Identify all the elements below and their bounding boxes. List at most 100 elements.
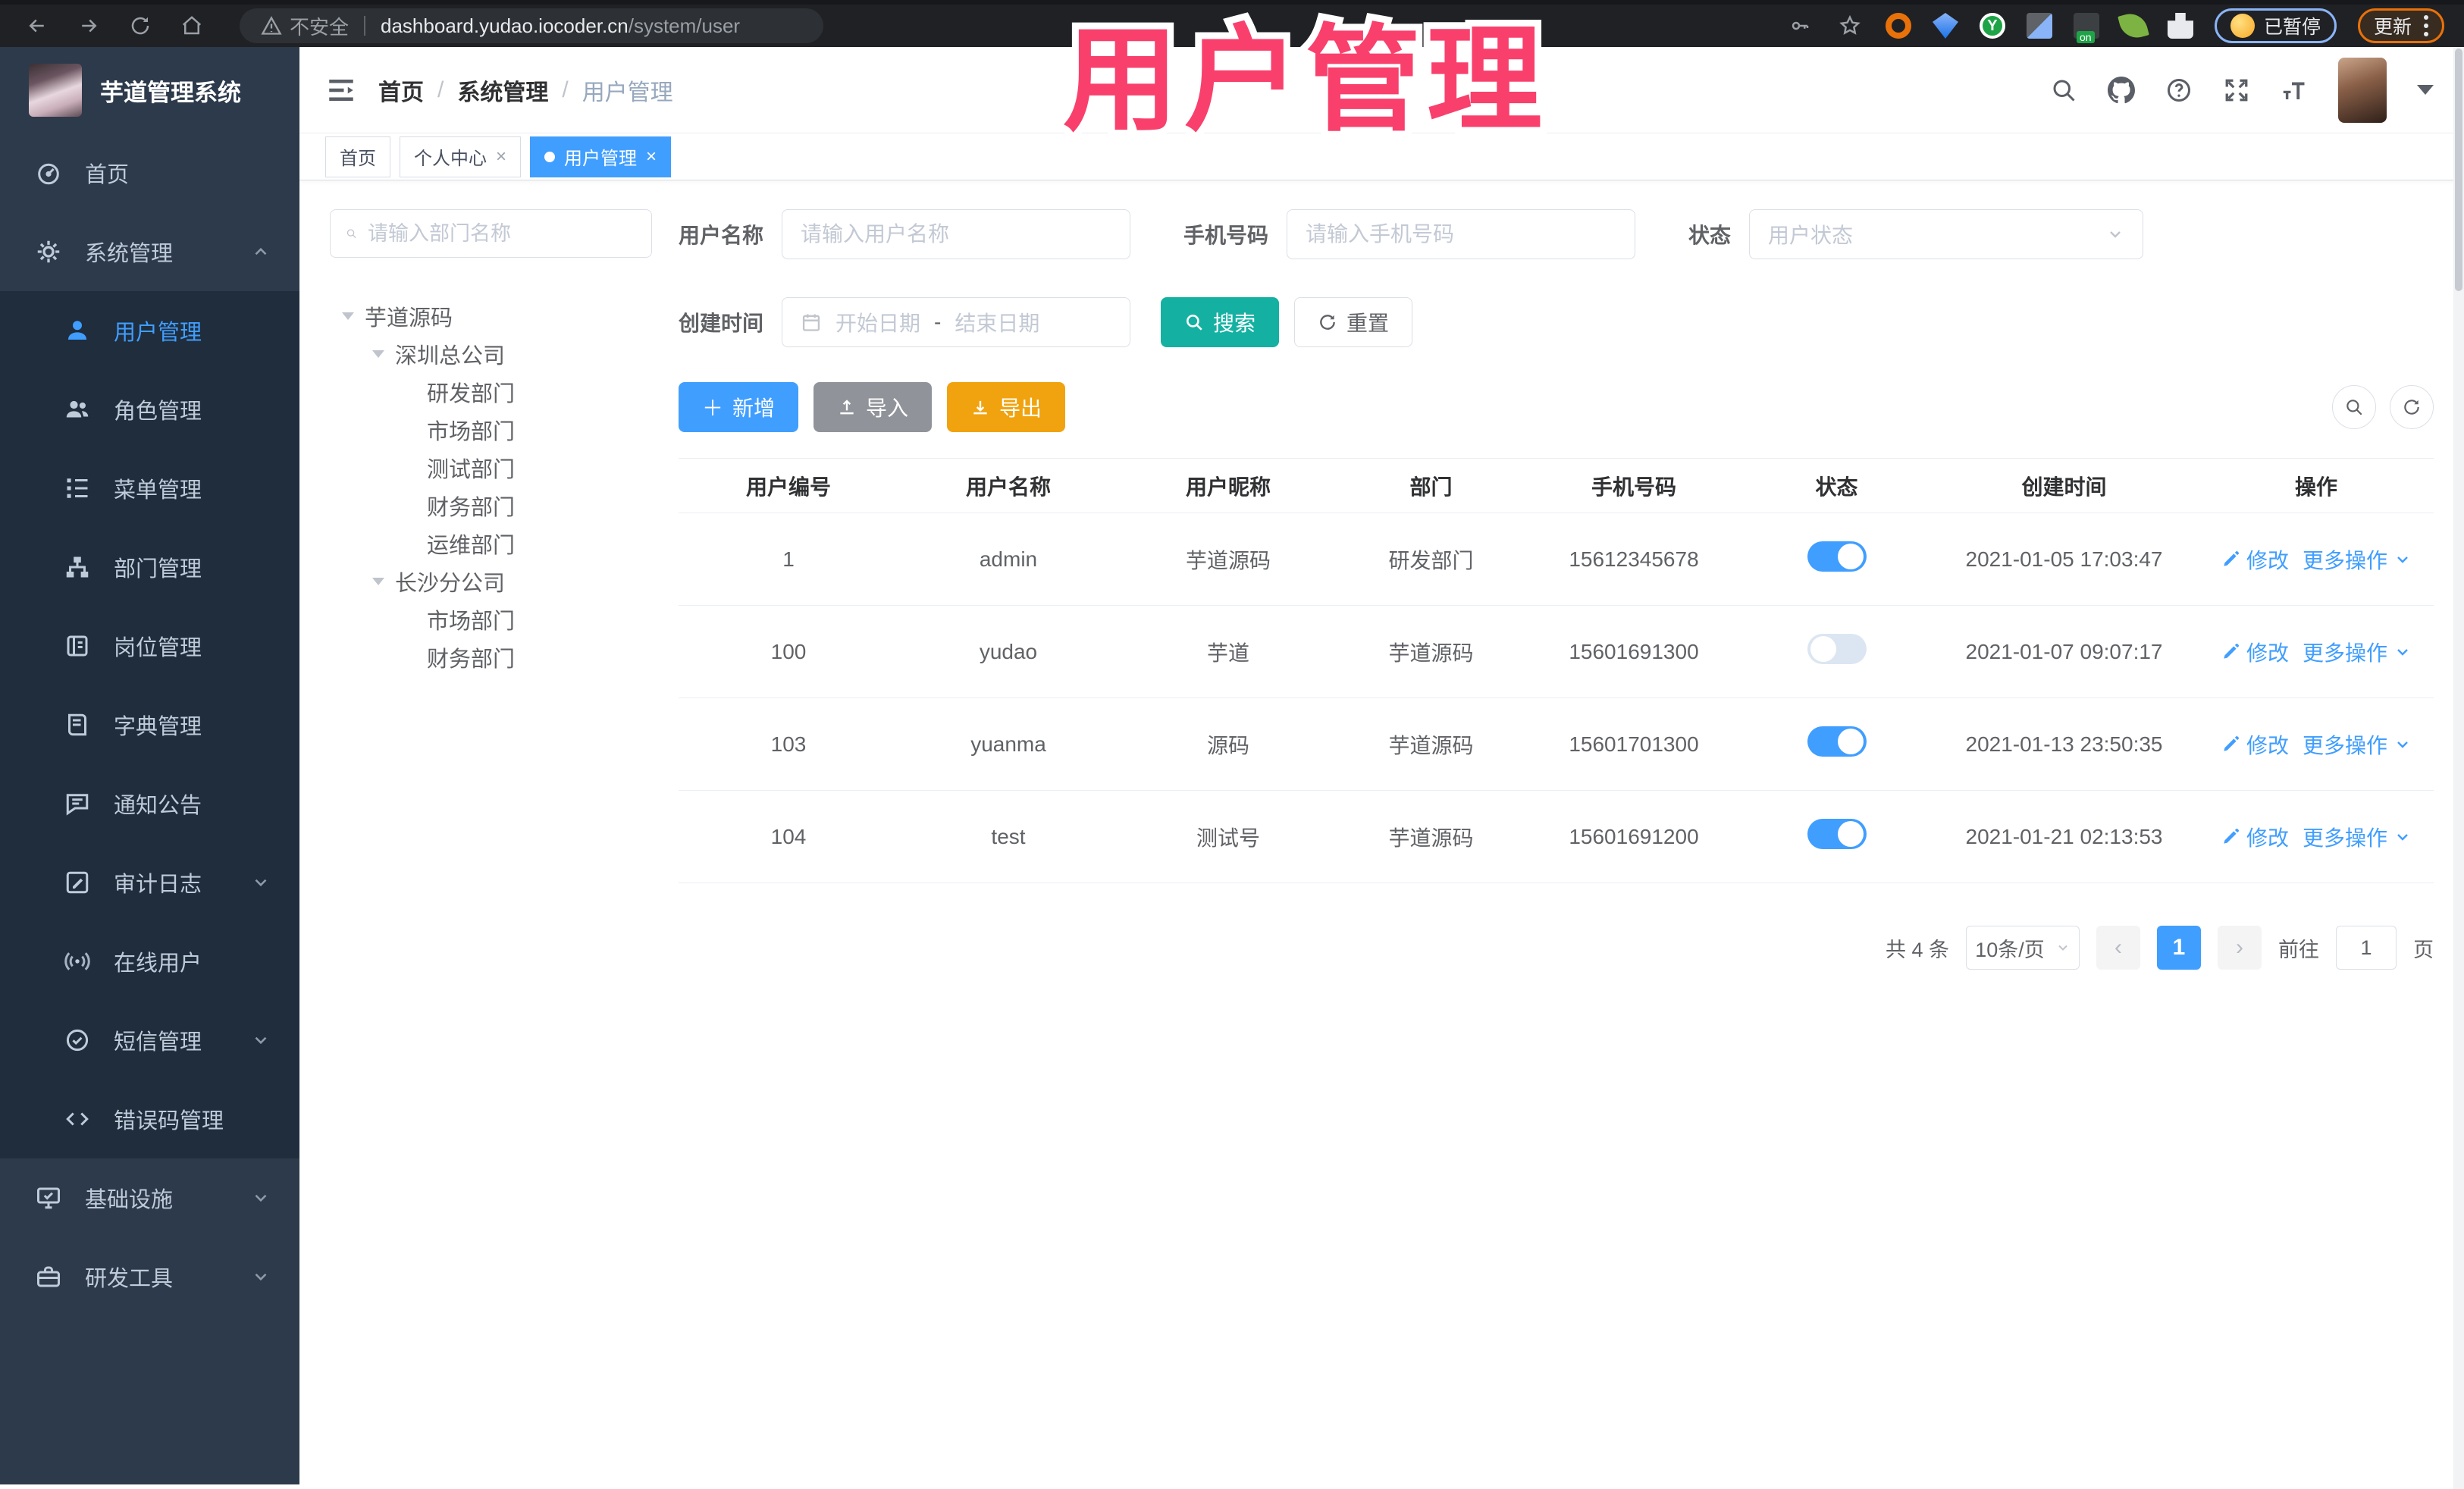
status-toggle[interactable]: [1807, 634, 1867, 664]
sidebar-item-sms-mgmt[interactable]: 短信管理: [0, 1001, 299, 1080]
browser-back-icon[interactable]: [23, 11, 52, 40]
browser-menu-icon[interactable]: [2424, 15, 2428, 36]
status-filter-select[interactable]: 用户状态: [1749, 209, 2144, 259]
browser-reload-icon[interactable]: [126, 11, 155, 40]
user-avatar[interactable]: [2338, 57, 2387, 123]
tree-node[interactable]: 市场部门: [330, 600, 652, 638]
profile-chip[interactable]: 已暂停: [2214, 8, 2337, 43]
status-toggle[interactable]: [1807, 819, 1867, 849]
sidebar-item-online-users[interactable]: 在线用户: [0, 922, 299, 1001]
dept-search-input[interactable]: [368, 221, 636, 246]
status-toggle[interactable]: [1807, 541, 1867, 572]
phone-filter-input[interactable]: [1306, 222, 1617, 246]
sidebar-item-notice[interactable]: 通知公告: [0, 764, 299, 843]
page-size-select[interactable]: 10条/页: [1966, 926, 2080, 970]
tree-node[interactable]: 运维部门: [330, 525, 652, 563]
key-icon[interactable]: [1785, 11, 1814, 40]
edit-link[interactable]: 修改: [2221, 544, 2289, 575]
tree-caret-icon[interactable]: [372, 350, 384, 358]
extensions-puzzle-icon[interactable]: [2167, 13, 2193, 39]
page-scrollbar[interactable]: [2453, 47, 2464, 1489]
sidebar-item-role-mgmt[interactable]: 角色管理: [0, 370, 299, 449]
tab-profile[interactable]: 个人中心 ×: [400, 136, 522, 177]
tree-node[interactable]: 市场部门: [330, 411, 652, 449]
tab-close-icon[interactable]: ×: [496, 146, 506, 168]
prev-page-button[interactable]: ‹: [2096, 926, 2140, 970]
reset-button[interactable]: 重置: [1294, 297, 1413, 347]
sidebar-collapse-icon[interactable]: [325, 74, 357, 106]
extension-ubiquity-icon[interactable]: [1885, 13, 1911, 39]
sidebar-item-user-mgmt[interactable]: 用户管理: [0, 291, 299, 370]
tree-node[interactable]: 长沙分公司: [330, 563, 652, 600]
extension-y-icon[interactable]: Y: [1979, 13, 2005, 39]
status-toggle[interactable]: [1807, 726, 1867, 757]
tree-node[interactable]: 芋道源码: [330, 297, 652, 335]
goto-page-input[interactable]: [2336, 926, 2397, 970]
tab-user-mgmt[interactable]: 用户管理 ×: [530, 136, 672, 177]
import-button[interactable]: 导入: [813, 382, 933, 432]
tab-home[interactable]: 首页: [325, 136, 390, 177]
browser-update-button[interactable]: 更新: [2357, 8, 2444, 43]
search-icon[interactable]: [2050, 77, 2077, 104]
tree-node[interactable]: 测试部门: [330, 449, 652, 487]
extension-onlist-icon[interactable]: [2073, 13, 2099, 43]
sidebar-item-dept-mgmt[interactable]: 部门管理: [0, 528, 299, 607]
sidebar-item-post-mgmt[interactable]: 岗位管理: [0, 607, 299, 685]
sidebar-item-audit-log[interactable]: 审计日志: [0, 843, 299, 922]
username-filter-input[interactable]: [801, 222, 1112, 246]
date-range-picker[interactable]: 开始日期 - 结束日期: [782, 297, 1131, 347]
browser-home-icon[interactable]: [177, 11, 206, 40]
security-warning-icon[interactable]: 不安全: [261, 12, 349, 40]
breadcrumb-home[interactable]: 首页: [378, 74, 424, 107]
scrollbar-thumb[interactable]: [2455, 49, 2462, 291]
search-button[interactable]: 搜索: [1161, 297, 1280, 347]
sidebar-item-dict-mgmt[interactable]: 字典管理: [0, 685, 299, 764]
edit-link[interactable]: 修改: [2221, 822, 2289, 852]
fullscreen-icon[interactable]: [2223, 77, 2250, 104]
more-actions-link[interactable]: 更多操作: [2303, 822, 2412, 852]
sidebar-item-menu-mgmt[interactable]: 菜单管理: [0, 449, 299, 528]
avatar-caret-icon[interactable]: [2417, 85, 2434, 95]
export-button[interactable]: 导出: [947, 382, 1066, 432]
more-actions-link[interactable]: 更多操作: [2303, 729, 2412, 760]
extension-grid-icon[interactable]: [2026, 13, 2052, 39]
more-actions-link[interactable]: 更多操作: [2303, 637, 2412, 667]
app-logo-row[interactable]: 芋道管理系统: [0, 47, 299, 133]
browser-forward-icon[interactable]: [74, 11, 103, 40]
tree-node[interactable]: 研发部门: [330, 373, 652, 411]
edit-pencil-icon: [2224, 735, 2239, 751]
cell-dept: 芋道源码: [1388, 733, 1474, 757]
extension-leaf-icon[interactable]: [2118, 10, 2149, 42]
tree-caret-icon[interactable]: [342, 312, 354, 320]
github-icon[interactable]: [2108, 76, 2135, 104]
sidebar-item-devtools[interactable]: 研发工具: [0, 1237, 299, 1316]
toggle-search-button[interactable]: [2332, 385, 2376, 429]
sidebar-item-system[interactable]: 系统管理: [0, 212, 299, 291]
edit-link[interactable]: 修改: [2221, 729, 2289, 760]
more-actions-link[interactable]: 更多操作: [2303, 544, 2412, 575]
tab-close-icon[interactable]: ×: [646, 146, 657, 168]
help-icon[interactable]: [2165, 77, 2193, 104]
bookmark-star-icon[interactable]: [1835, 11, 1864, 40]
goto-label: 前往: [2278, 938, 2319, 961]
font-size-icon[interactable]: [2281, 77, 2308, 104]
breadcrumb-separator: /: [562, 77, 569, 102]
cell-nickname: 源码: [1206, 733, 1249, 757]
sidebar-item-infrastructure[interactable]: 基础设施: [0, 1158, 299, 1237]
extension-gem-icon[interactable]: [1932, 13, 1958, 39]
sidebar-item-home[interactable]: 首页: [0, 133, 299, 212]
tree-node[interactable]: 深圳总公司: [330, 335, 652, 373]
tree-node[interactable]: 财务部门: [330, 487, 652, 525]
tree-caret-icon[interactable]: [372, 578, 384, 585]
cell-user-id: 104: [770, 824, 807, 848]
breadcrumb-system[interactable]: 系统管理: [457, 74, 548, 107]
refresh-table-button[interactable]: [2390, 385, 2434, 429]
cell-phone: 15612345678: [1569, 547, 1699, 571]
sidebar-item-errorcode-mgmt[interactable]: 错误码管理: [0, 1080, 299, 1158]
edit-link[interactable]: 修改: [2221, 637, 2289, 667]
tree-node[interactable]: 财务部门: [330, 638, 652, 676]
next-page-button[interactable]: ›: [2218, 926, 2262, 970]
address-bar[interactable]: 不安全 dashboard.yudao.iocoder.cn/system/us…: [240, 8, 823, 43]
page-number-button[interactable]: 1: [2157, 926, 2201, 970]
add-button[interactable]: ＋ 新增: [679, 382, 799, 432]
